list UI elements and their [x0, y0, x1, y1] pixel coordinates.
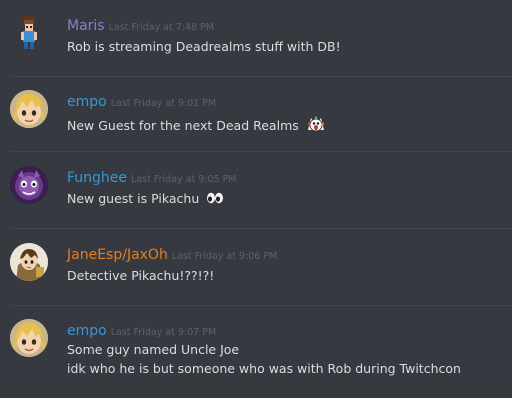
message-timestamp: Last Friday at 9:06 PM: [171, 251, 278, 262]
user-avatar[interactable]: [10, 90, 48, 128]
blonde-character-avatar-icon: [10, 319, 48, 357]
eyes-emoji-icon[interactable]: [206, 191, 224, 209]
user-avatar[interactable]: [10, 166, 48, 204]
message-header: empo Last Friday at 9:07 PM: [67, 321, 216, 342]
author-name[interactable]: empo: [67, 94, 107, 110]
message-group: empo Last Friday at 9:07 PM Some guy name…: [0, 306, 512, 398]
message-text: idk who he is but someone who was with R…: [67, 361, 461, 376]
screaming-face-emoji-icon[interactable]: [306, 114, 326, 139]
message-timestamp: Last Friday at 9:05 PM: [131, 174, 237, 185]
message-group: empo Last Friday at 9:01 PM New Guest for…: [0, 77, 512, 151]
purple-creature-avatar-icon: [10, 166, 48, 204]
message-group: Funghee Last Friday at 9:05 PM New guest …: [0, 152, 512, 228]
message-group: Maris Last Friday at 7:48 PM Rob is strea…: [0, 0, 512, 76]
message-text: Some guy named Uncle Joe: [67, 342, 240, 357]
message-header: JaneEsp/JaxOh Last Friday at 9:06 PM: [67, 245, 277, 266]
message-text: New guest is Pikachu: [67, 191, 200, 206]
message-timestamp: Last Friday at 7:48 PM: [108, 22, 215, 33]
message-text-row: New guest is Pikachu: [67, 190, 224, 209]
message-text: Detective Pikachu!??!?!: [67, 268, 215, 283]
chat-message-list: Maris Last Friday at 7:48 PM Rob is strea…: [0, 0, 512, 398]
message-timestamp: Last Friday at 9:07 PM: [110, 327, 217, 338]
blonde-character-avatar-icon: [10, 90, 48, 128]
message-header: Maris Last Friday at 7:48 PM: [67, 16, 214, 37]
author-name[interactable]: JaneEsp/JaxOh: [67, 247, 168, 263]
user-avatar[interactable]: [10, 243, 48, 281]
message-text: New Guest for the next Dead Realms: [67, 118, 299, 133]
message-group: JaneEsp/JaxOh Last Friday at 9:06 PM Dete…: [0, 229, 512, 305]
character-sprite-avatar-icon: [21, 16, 37, 49]
message-text: Rob is streaming Deadrealms stuff with D…: [67, 39, 341, 54]
message-text-row: New Guest for the next Dead Realms: [67, 114, 326, 139]
user-avatar[interactable]: [10, 319, 48, 357]
message-header: empo Last Friday at 9:01 PM: [67, 92, 216, 113]
author-name[interactable]: Maris: [67, 18, 105, 34]
message-timestamp: Last Friday at 9:01 PM: [110, 98, 217, 109]
user-avatar[interactable]: [10, 14, 48, 52]
anime-character-avatar-icon: [10, 243, 48, 281]
message-header: Funghee Last Friday at 9:05 PM: [67, 168, 237, 189]
author-name[interactable]: empo: [67, 323, 107, 339]
author-name[interactable]: Funghee: [67, 170, 127, 186]
